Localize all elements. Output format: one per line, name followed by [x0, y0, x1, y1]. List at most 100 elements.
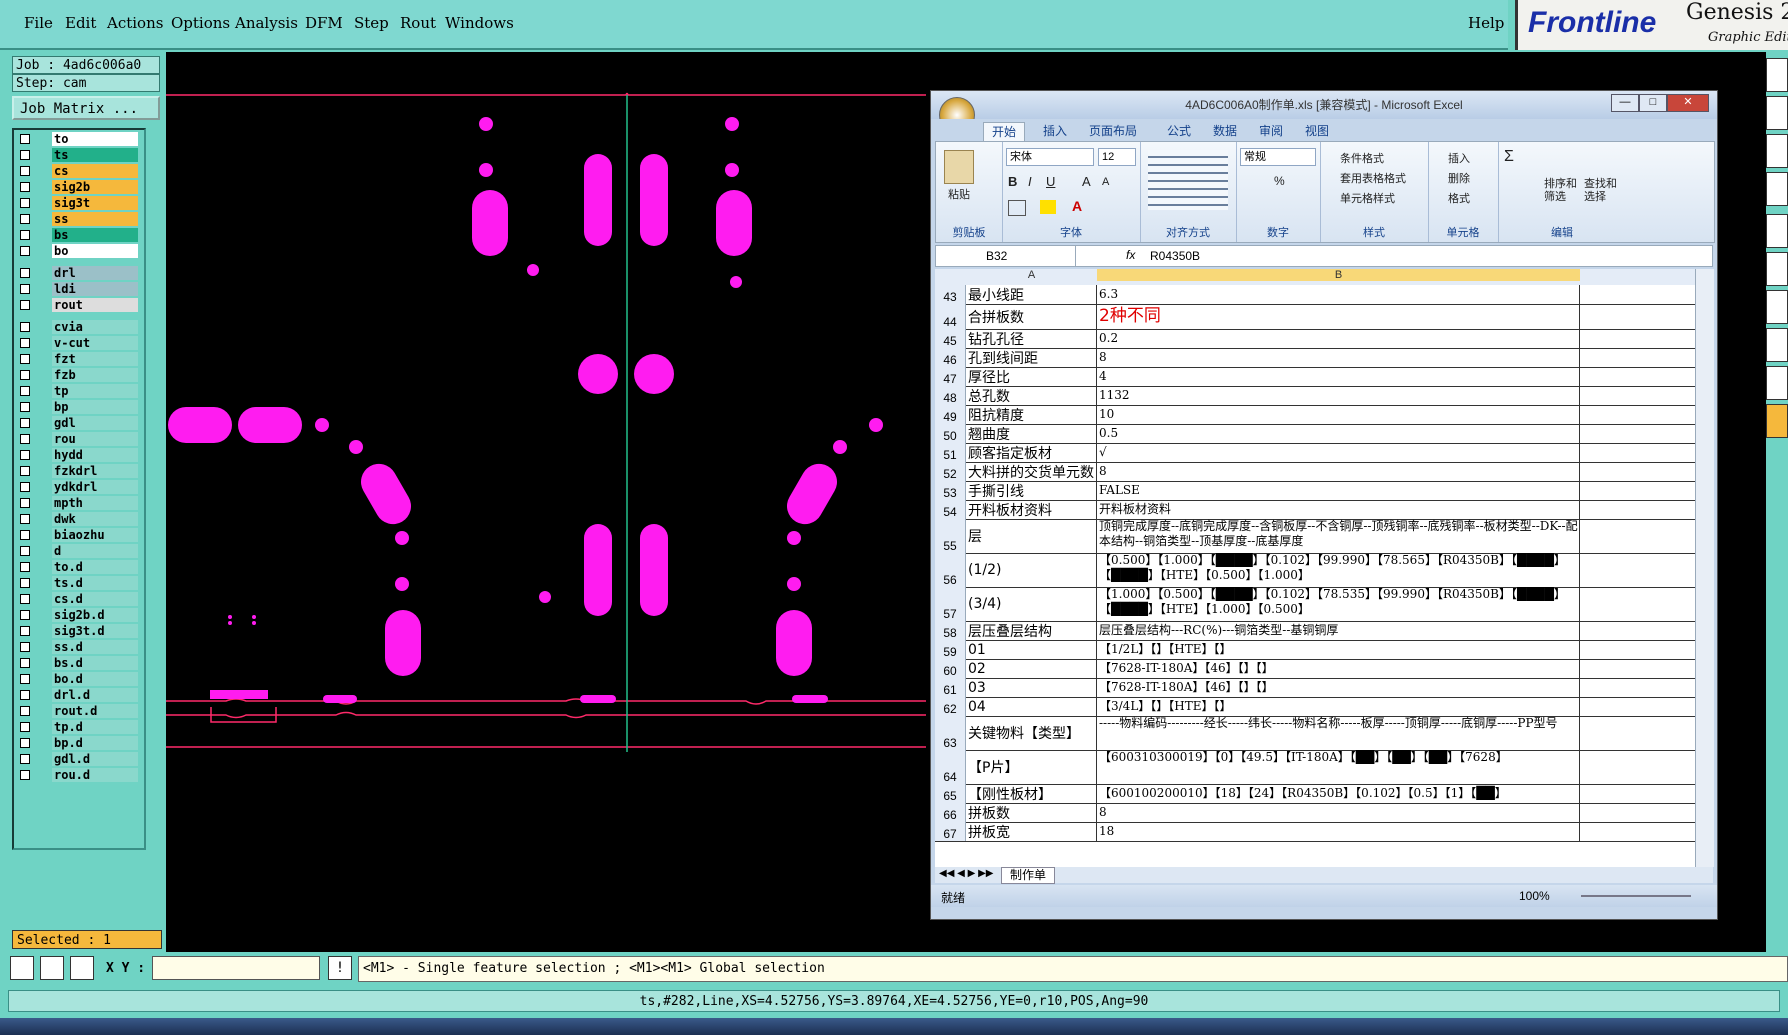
cell-a[interactable]: 03 — [966, 678, 1097, 697]
layer-checkbox[interactable] — [20, 300, 30, 310]
cell-a[interactable]: 阻抗精度 — [966, 405, 1097, 424]
layer-name[interactable]: biaozhu — [52, 528, 138, 542]
cell-b[interactable]: 层压叠层结构---RC(%)---铜箔类型--基铜铜厚 — [1097, 621, 1580, 640]
layer-checkbox[interactable] — [20, 198, 30, 208]
row-number[interactable]: 51 — [935, 443, 966, 462]
layer-name[interactable]: rou — [52, 432, 138, 446]
layer-row[interactable]: gdl.d — [16, 752, 140, 767]
layer-row[interactable]: to.d — [16, 560, 140, 575]
layer-row[interactable]: cvia — [16, 320, 140, 335]
layer-name[interactable]: drl — [52, 266, 138, 280]
layer-checkbox[interactable] — [20, 610, 30, 620]
layer-name[interactable]: ts.d — [52, 576, 138, 590]
cell-b[interactable]: 0.2 — [1097, 329, 1580, 348]
layer-checkbox[interactable] — [20, 642, 30, 652]
delete-cells-button[interactable]: 删除 — [1448, 170, 1470, 186]
cell-b[interactable]: 1132 — [1097, 386, 1580, 405]
maximize-icon[interactable]: □ — [1639, 94, 1667, 112]
cell-b[interactable]: 10 — [1097, 405, 1580, 424]
borders-icon[interactable] — [1008, 200, 1026, 216]
layer-checkbox[interactable] — [20, 482, 30, 492]
tab-view[interactable]: 视图 — [1297, 122, 1337, 141]
cell-a[interactable]: 【P片】 — [966, 750, 1097, 784]
grid-tool-icon[interactable] — [70, 956, 94, 980]
layer-row[interactable]: biaozhu — [16, 528, 140, 543]
layer-name[interactable]: sig2b.d — [52, 608, 138, 622]
cell-a[interactable]: 最小线距 — [966, 285, 1097, 304]
xy-input[interactable] — [152, 956, 320, 980]
layer-row[interactable]: gdl — [16, 416, 140, 431]
cell-b[interactable]: 【600310300019】【0】【49.5】【IT-180A】【██】【██】… — [1097, 750, 1580, 784]
insert-cells-button[interactable]: 插入 — [1448, 150, 1470, 166]
layer-row[interactable]: sig2b — [16, 180, 140, 195]
cell-a[interactable]: 01 — [966, 640, 1097, 659]
layer-name[interactable]: fzb — [52, 368, 138, 382]
cell-a[interactable]: 厚径比 — [966, 367, 1097, 386]
menu-windows[interactable]: Windows — [445, 14, 514, 32]
layer-checkbox[interactable] — [20, 370, 30, 380]
row-number[interactable]: 62 — [935, 697, 966, 716]
layer-name[interactable]: sig2b — [52, 180, 138, 194]
layer-name[interactable]: ts — [52, 148, 138, 162]
layer-row[interactable]: tp.d — [16, 720, 140, 735]
layer-name[interactable]: v-cut — [52, 336, 138, 350]
menu-step[interactable]: Step — [354, 14, 389, 32]
cell-a[interactable]: 翘曲度 — [966, 424, 1097, 443]
cell-a[interactable]: 孔到线间距 — [966, 348, 1097, 367]
cell-b[interactable]: 2种不同 — [1097, 304, 1580, 329]
font-size-select[interactable]: 12 — [1098, 148, 1136, 166]
cell-a[interactable]: 大料拼的交货单元数 — [966, 462, 1097, 481]
row-number[interactable]: 49 — [935, 405, 966, 424]
tab-formulas[interactable]: 公式 — [1159, 122, 1199, 141]
layer-name[interactable]: rou.d — [52, 768, 138, 782]
layer-name[interactable]: fzkdrl — [52, 464, 138, 478]
layer-name[interactable]: bs.d — [52, 656, 138, 670]
cell-b[interactable]: 【1.000】【0.500】【████】【0.102】【78.535】【99.9… — [1097, 587, 1580, 621]
excel-window[interactable]: 4AD6C006A0制作单.xls [兼容模式] - Microsoft Exc… — [930, 90, 1718, 920]
layer-checkbox[interactable] — [20, 268, 30, 278]
layer-row[interactable]: cs.d — [16, 592, 140, 607]
cell-b[interactable]: 开料板材资料 — [1097, 500, 1580, 519]
layer-name[interactable]: tp — [52, 384, 138, 398]
tab-home[interactable]: 开始 — [983, 122, 1026, 142]
layer-checkbox[interactable] — [20, 722, 30, 732]
layer-name[interactable]: ss.d — [52, 640, 138, 654]
fx-icon[interactable]: fx — [1126, 248, 1135, 262]
font-name-select[interactable]: 宋体 — [1006, 148, 1094, 166]
sum-icon[interactable]: Σ — [1504, 148, 1514, 166]
cell-a[interactable]: 04 — [966, 697, 1097, 716]
tab-review[interactable]: 审阅 — [1251, 122, 1291, 141]
conditional-format-button[interactable]: 条件格式 — [1340, 150, 1384, 166]
cell-b[interactable]: 8 — [1097, 348, 1580, 367]
layer-checkbox[interactable] — [20, 546, 30, 556]
layer-row[interactable]: drl — [16, 266, 140, 281]
tool-button-1[interactable] — [1766, 58, 1788, 92]
row-number[interactable]: 53 — [935, 481, 966, 500]
menu-rout[interactable]: Rout — [400, 14, 436, 32]
tool-button-10[interactable] — [1766, 404, 1788, 438]
tool-button-8[interactable] — [1766, 328, 1788, 362]
layer-name[interactable]: to — [52, 132, 138, 146]
layer-checkbox[interactable] — [20, 418, 30, 428]
zoom-tool-icon[interactable] — [10, 956, 34, 980]
cell-a[interactable]: 层压叠层结构 — [966, 621, 1097, 640]
menu-actions[interactable]: Actions — [107, 14, 163, 32]
row-number[interactable]: 52 — [935, 462, 966, 481]
grow-font-icon[interactable]: A — [1082, 174, 1091, 189]
cell-b[interactable]: FALSE — [1097, 481, 1580, 500]
format-cells-button[interactable]: 格式 — [1448, 190, 1470, 206]
layer-name[interactable]: fzt — [52, 352, 138, 366]
layer-checkbox[interactable] — [20, 626, 30, 636]
cell-a[interactable]: 合拼板数 — [966, 304, 1097, 329]
layer-row[interactable]: sig3t.d — [16, 624, 140, 639]
shrink-font-icon[interactable]: A — [1102, 176, 1109, 188]
layer-checkbox[interactable] — [20, 284, 30, 294]
layer-name[interactable]: drl.d — [52, 688, 138, 702]
layer-row[interactable]: v-cut — [16, 336, 140, 351]
layer-checkbox[interactable] — [20, 230, 30, 240]
row-number[interactable]: 47 — [935, 367, 966, 386]
row-number[interactable]: 63 — [935, 716, 966, 750]
layer-checkbox[interactable] — [20, 674, 30, 684]
layer-name[interactable]: bp.d — [52, 736, 138, 750]
layer-checkbox[interactable] — [20, 166, 30, 176]
